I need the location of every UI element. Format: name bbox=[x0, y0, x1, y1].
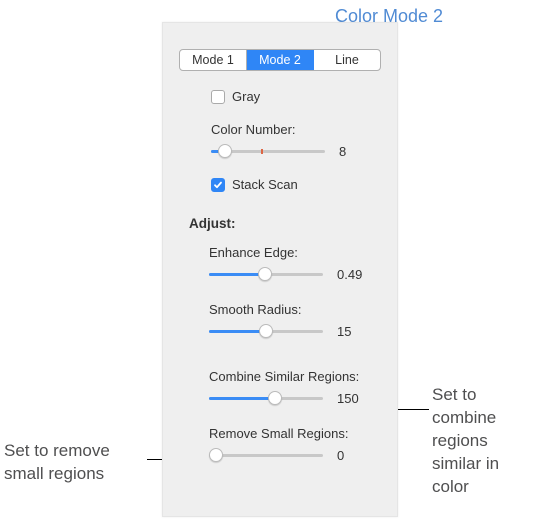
gray-label: Gray bbox=[232, 89, 260, 104]
checkbox-box bbox=[211, 178, 225, 192]
segment-line[interactable]: Line bbox=[314, 50, 380, 70]
annotation-combine-similar: Set to combine regions similar in color bbox=[432, 384, 537, 499]
combine-similar-label: Combine Similar Regions: bbox=[209, 369, 397, 384]
remove-small-slider[interactable] bbox=[209, 447, 323, 463]
adjust-heading: Adjust: bbox=[171, 210, 397, 231]
mode-segmented-control[interactable]: Mode 1 Mode 2 Line bbox=[179, 49, 381, 71]
segment-mode2[interactable]: Mode 2 bbox=[247, 50, 314, 70]
remove-small-label: Remove Small Regions: bbox=[209, 426, 397, 441]
checkbox-box bbox=[211, 90, 225, 104]
combine-similar-value: 150 bbox=[337, 391, 375, 406]
settings-panel: Mode 1 Mode 2 Line Gray Color Number: 8 bbox=[162, 22, 398, 517]
remove-small-value: 0 bbox=[337, 448, 375, 463]
smooth-radius-slider[interactable] bbox=[209, 323, 323, 339]
enhance-edge-slider[interactable] bbox=[209, 266, 323, 282]
enhance-edge-value: 0.49 bbox=[337, 267, 375, 282]
color-number-label: Color Number: bbox=[211, 122, 397, 137]
enhance-edge-label: Enhance Edge: bbox=[209, 245, 397, 260]
annotation-remove-small: Set to remove small regions bbox=[4, 440, 149, 486]
color-number-value: 8 bbox=[339, 144, 377, 159]
gray-checkbox[interactable]: Gray bbox=[211, 89, 397, 104]
stack-scan-label: Stack Scan bbox=[232, 177, 298, 192]
color-number-slider[interactable] bbox=[211, 143, 325, 159]
stack-scan-checkbox[interactable]: Stack Scan bbox=[211, 177, 397, 192]
smooth-radius-label: Smooth Radius: bbox=[209, 302, 397, 317]
segment-mode1[interactable]: Mode 1 bbox=[180, 50, 247, 70]
combine-similar-slider[interactable] bbox=[209, 390, 323, 406]
smooth-radius-value: 15 bbox=[337, 324, 375, 339]
